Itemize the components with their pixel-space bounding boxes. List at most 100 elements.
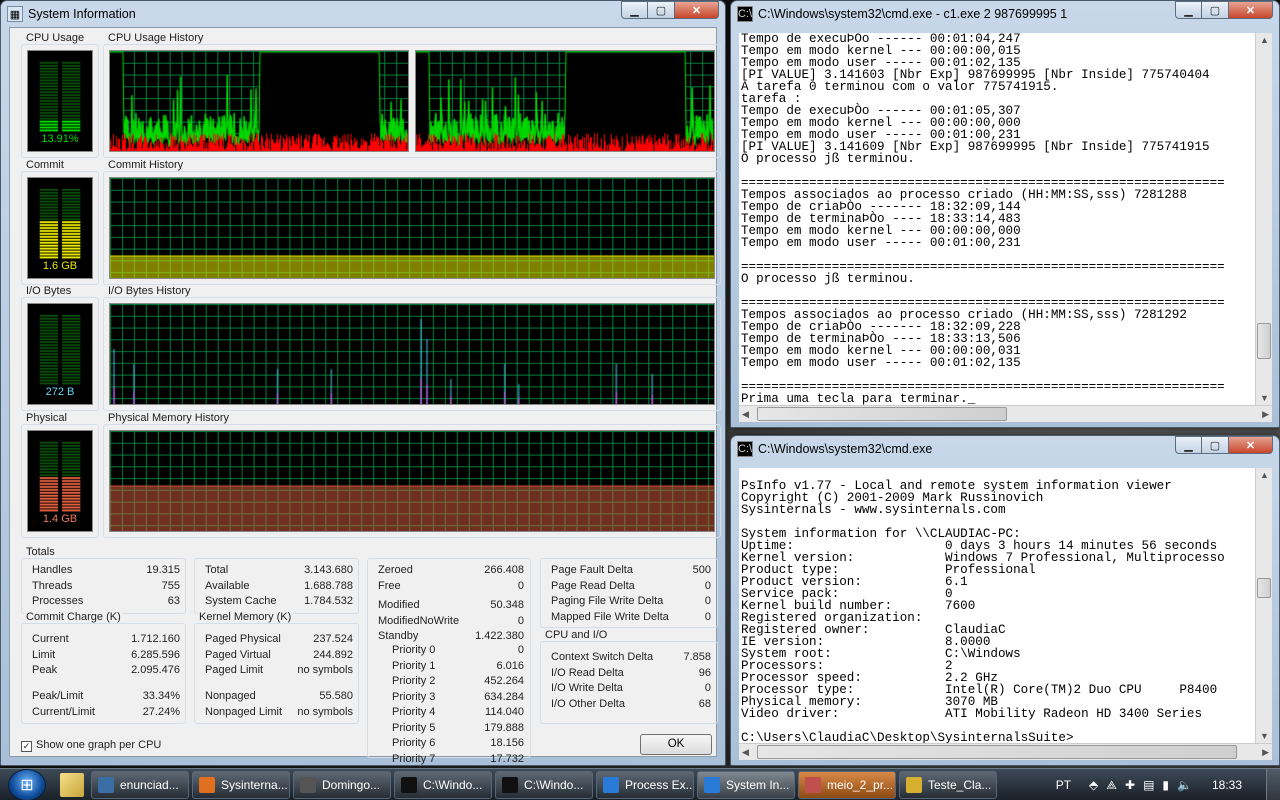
cmd2-window-controls: ▁ ▢ ✕ bbox=[1175, 436, 1273, 454]
stat-value: 6.016 bbox=[496, 659, 524, 672]
taskbar-button[interactable]: meio_2_pr... bbox=[798, 770, 896, 799]
network-icon[interactable]: ▤ bbox=[1143, 778, 1154, 792]
maximize-button[interactable]: ▢ bbox=[648, 1, 675, 19]
stat-value: 1.784.532 bbox=[304, 595, 353, 607]
taskbar-button-label: Teste_Cla... bbox=[928, 777, 992, 792]
taskbar: ⊞ enunciad... Sysinterna... Domingo... C:\W… bbox=[0, 768, 1280, 800]
taskbar-button[interactable]: Domingo... bbox=[293, 770, 391, 799]
show-desktop-button[interactable] bbox=[1266, 769, 1280, 800]
scroll-left-arrow[interactable]: ◀ bbox=[742, 747, 749, 758]
taskbar-button-label: Domingo... bbox=[322, 777, 381, 792]
stat-label: Zeroed bbox=[378, 564, 413, 576]
stat-value: no symbols bbox=[297, 705, 353, 718]
scroll-right-arrow[interactable]: ▶ bbox=[1262, 747, 1269, 758]
physical-group: Physical 1.4 GB bbox=[21, 412, 99, 538]
minimize-button[interactable]: ▁ bbox=[1175, 1, 1202, 19]
cmd1-window-controls: ▁ ▢ ✕ bbox=[1175, 1, 1273, 19]
volume-icon[interactable]: 🔈 bbox=[1177, 778, 1192, 792]
scroll-down-arrow[interactable]: ▼ bbox=[1260, 393, 1269, 403]
close-button[interactable]: ✕ bbox=[1229, 436, 1273, 454]
cpu-history-graph-2 bbox=[415, 50, 715, 152]
scroll-down-arrow[interactable]: ▼ bbox=[1260, 731, 1269, 741]
stat-label: Paged Physical bbox=[205, 633, 281, 645]
minimize-button[interactable]: ▁ bbox=[621, 1, 648, 19]
ok-button[interactable]: OK bbox=[640, 734, 712, 755]
clock[interactable]: 18:33 bbox=[1212, 778, 1242, 792]
scroll-right-arrow[interactable]: ▶ bbox=[1262, 409, 1269, 420]
priority-table: Priority 0 0 Priority 1 6.016 Priority 2 452.… bbox=[378, 643, 524, 767]
stat-label: I/O Other Delta bbox=[551, 697, 625, 710]
maximize-button[interactable]: ▢ bbox=[1202, 1, 1229, 19]
stat-value: 755 bbox=[161, 579, 180, 592]
cpu-usage-group: CPU Usage 13.91% bbox=[21, 32, 99, 158]
stat-value: no symbols bbox=[297, 664, 353, 676]
stat-label: Page Fault Delta bbox=[551, 564, 633, 576]
cpu-usage-meter: 13.91% bbox=[27, 50, 93, 152]
stat-value: 500 bbox=[692, 564, 711, 576]
stat-value: 55.580 bbox=[319, 690, 353, 702]
tray-icon-3[interactable]: ✚ bbox=[1125, 778, 1135, 792]
minimize-button[interactable]: ▁ bbox=[1175, 436, 1202, 454]
close-button[interactable]: ✕ bbox=[675, 1, 719, 19]
title-bar[interactable]: ▦ System Information bbox=[1, 1, 725, 27]
taskbar-app-icon bbox=[502, 776, 518, 793]
stat-row: Nonpaged 55.580 bbox=[205, 689, 353, 705]
cpu-history-graph-1 bbox=[109, 50, 409, 152]
scroll-left-arrow[interactable]: ◀ bbox=[742, 409, 749, 420]
hscroll-thumb[interactable] bbox=[757, 745, 1237, 759]
paging-lists-table-2: Modified 50.348 ModifiedNoWrite 0 Standby 1.4… bbox=[378, 598, 524, 645]
taskbar-button[interactable]: Process Ex... bbox=[596, 770, 694, 799]
stat-value: 18.156 bbox=[490, 737, 524, 749]
cmd1-horizontal-scrollbar[interactable]: ◀ ▶ bbox=[739, 405, 1272, 422]
scroll-thumb[interactable] bbox=[1257, 578, 1271, 598]
cmd2-output[interactable]: PsInfo v1.77 - Local and remote system i… bbox=[739, 468, 1255, 743]
taskbar-app-icon bbox=[98, 776, 114, 793]
maximize-button[interactable]: ▢ bbox=[1202, 436, 1229, 454]
cmd2-vertical-scrollbar[interactable]: ▲ ▼ bbox=[1255, 468, 1272, 743]
stat-row: Processes 63 bbox=[32, 594, 180, 610]
stat-value: 0 bbox=[704, 682, 711, 694]
taskbar-button[interactable]: System In... bbox=[697, 770, 795, 799]
cmd1-vertical-scrollbar[interactable]: ▲ ▼ bbox=[1255, 33, 1272, 405]
language-indicator[interactable]: PT bbox=[1056, 778, 1071, 792]
stat-value: 0 bbox=[704, 610, 711, 623]
show-desktop-icon[interactable] bbox=[60, 772, 84, 797]
stat-row: I/O Read Delta 96 bbox=[551, 666, 711, 682]
taskbar-button-label: Process Ex... bbox=[625, 777, 694, 792]
stat-value: 634.284 bbox=[484, 690, 524, 703]
taskbar-button[interactable]: enunciad... bbox=[91, 770, 189, 799]
scroll-thumb[interactable] bbox=[1257, 323, 1271, 359]
taskbar-button[interactable]: Sysinterna... bbox=[192, 770, 290, 799]
show-one-graph-checkbox[interactable]: ✓ Show one graph per CPU bbox=[21, 739, 161, 752]
checkbox-check-icon: ✓ bbox=[21, 741, 32, 752]
stat-value: 0 bbox=[517, 644, 524, 656]
taskbar-button[interactable]: Teste_Cla... bbox=[899, 770, 997, 799]
tray-icon-1[interactable]: ⬘ bbox=[1089, 778, 1098, 792]
stat-label: Priority 6 bbox=[392, 737, 436, 749]
power-icon[interactable]: ▮ bbox=[1162, 778, 1169, 792]
taskbar-button[interactable]: C:\Windo... bbox=[495, 770, 593, 799]
taskbar-button-label: C:\Windo... bbox=[524, 777, 584, 792]
start-button[interactable]: ⊞ bbox=[8, 768, 46, 800]
stat-row: Peak 2.095.476 bbox=[32, 663, 180, 679]
stat-label: Free bbox=[378, 579, 401, 592]
taskbar-button-label: Sysinterna... bbox=[221, 777, 288, 792]
cmd2-horizontal-scrollbar[interactable]: ◀ ▶ bbox=[739, 743, 1272, 760]
scroll-up-arrow[interactable]: ▲ bbox=[1260, 470, 1269, 480]
cmd1-output[interactable]: Tempo de execuÞÒo ------ 00:01:04,247 Te… bbox=[739, 33, 1255, 405]
physical-memory-group: Total 3.143.680 Available 1.688.788 System C… bbox=[194, 558, 359, 614]
tray-icon-2[interactable]: ⟁ bbox=[1106, 778, 1117, 793]
stat-value: 237.524 bbox=[313, 633, 353, 645]
stat-row: Priority 2 452.264 bbox=[378, 674, 524, 690]
scroll-up-arrow[interactable]: ▲ bbox=[1260, 35, 1269, 45]
window-controls: ▁ ▢ ✕ bbox=[621, 1, 719, 19]
close-button[interactable]: ✕ bbox=[1229, 1, 1273, 19]
stat-value: 266.408 bbox=[484, 564, 524, 576]
stat-row: Paged Physical 237.524 bbox=[205, 632, 353, 648]
system-tray: PT ⬘ ⟁ ✚ ▤ ▮ 🔈 18:33 bbox=[1056, 769, 1280, 800]
physical-history-canvas bbox=[110, 431, 714, 531]
taskbar-button[interactable]: C:\Windo... bbox=[394, 770, 492, 799]
hscroll-thumb[interactable] bbox=[757, 407, 1007, 421]
stat-label: Modified bbox=[378, 599, 420, 611]
checkbox-label: Show one graph per CPU bbox=[36, 739, 162, 751]
